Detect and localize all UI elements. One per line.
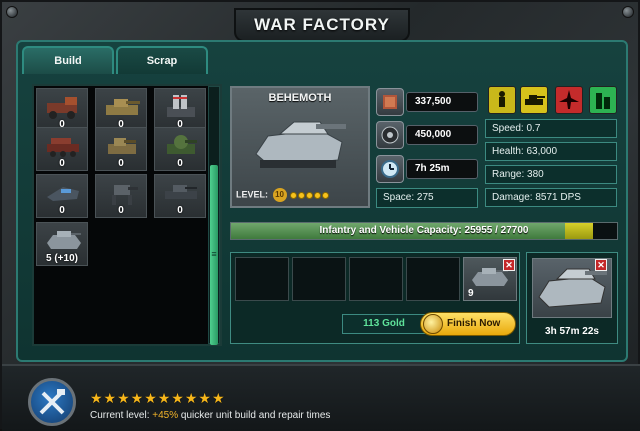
unit-grid: 0 0 0 0 0 0 0 0 0 5 (+10) <box>32 84 222 346</box>
behemoth-tank-image <box>255 121 346 168</box>
walker-icon <box>112 185 138 205</box>
green-tank-icon <box>167 135 197 154</box>
stat-health: Health: 63,000 <box>485 142 617 161</box>
unit-cell-artillery-truck[interactable]: 0 <box>36 88 88 132</box>
unit-count: 0 <box>118 205 124 216</box>
queue-slot-empty[interactable] <box>406 257 460 301</box>
bonus-percent: +45% <box>152 410 179 421</box>
tab-scrap[interactable]: Scrap <box>116 46 208 74</box>
tab-build[interactable]: Build <box>22 46 114 74</box>
oil-icon <box>376 121 404 149</box>
metal-icon <box>376 88 404 116</box>
capacity-label: Infantry and Vehicle Capacity: 25955 / 2… <box>319 225 529 236</box>
building-filter-button[interactable] <box>589 86 617 114</box>
plane-icon <box>559 90 579 109</box>
rivet <box>6 6 18 18</box>
tank-icon <box>525 95 545 105</box>
queue-slot-empty[interactable] <box>292 257 346 301</box>
unit-level: LEVEL: 10 <box>236 188 330 202</box>
oil-cost: 450,000 <box>406 125 478 145</box>
unit-cell-green-tank[interactable]: 0 <box>154 127 206 171</box>
unit-count: 0 <box>177 205 183 216</box>
unit-count: 0 <box>118 158 124 169</box>
unit-cell-desert-tank[interactable]: 0 <box>95 88 147 132</box>
hover-tank-icon <box>165 185 197 199</box>
soldier-icon <box>499 91 505 107</box>
level-stars: ★★★★★★★★★★ <box>90 390 226 406</box>
unit-cell-gunship[interactable]: 0 <box>36 174 88 218</box>
unit-cell-light-tank[interactable]: 0 <box>95 127 147 171</box>
level-dot <box>290 191 298 199</box>
window-title: WAR FACTORY <box>254 15 390 34</box>
finish-gold-cost: 113 Gold <box>342 314 426 334</box>
war-factory-window: WAR FACTORY Build Scrap 0 0 0 0 0 0 0 0 … <box>0 0 640 431</box>
finish-now-label: Finish Now <box>447 318 501 329</box>
grip-icon: ≡ <box>211 249 217 259</box>
capacity-bar: Infantry and Vehicle Capacity: 25955 / 2… <box>230 222 618 240</box>
queue-count: 9 <box>468 288 474 299</box>
rocket-truck-icon <box>47 138 79 157</box>
unit-count: 0 <box>177 158 183 169</box>
unit-cell-behemoth[interactable]: 5 (+10) <box>36 222 88 266</box>
light-tank-icon <box>108 138 136 154</box>
build-time: 7h 25m <box>406 159 478 179</box>
unit-cell-rocket-truck[interactable]: 0 <box>36 127 88 171</box>
unit-space: Space: 275 <box>376 188 478 208</box>
production-timer: 3h 57m 22s <box>545 326 599 337</box>
clock-icon <box>376 155 404 183</box>
queue-slot-empty[interactable] <box>235 257 289 301</box>
unit-count: 0 <box>59 158 65 169</box>
air-filter-button[interactable] <box>555 86 583 114</box>
finish-now-button[interactable]: Finish Now <box>420 312 516 336</box>
infantry-filter-button[interactable] <box>488 86 516 114</box>
wrench-hammer-icon <box>28 378 76 426</box>
gunship-icon <box>47 187 79 201</box>
unit-list-scrollbar[interactable]: ≡ <box>208 86 220 345</box>
metal-cost: 337,500 <box>406 92 478 112</box>
current-level-label: Current level: <box>90 410 150 421</box>
in-production-slot: ✕ 3h 57m 22s <box>526 252 618 344</box>
level-badge: 10 <box>272 188 287 202</box>
missile-launcher-icon <box>167 95 195 117</box>
level-dot <box>322 191 330 199</box>
stat-damage: Damage: 8571 DPS <box>485 188 617 207</box>
unit-cell-walker[interactable]: 0 <box>95 174 147 218</box>
behemoth-icon <box>47 231 81 249</box>
stat-range: Range: 380 <box>485 165 617 184</box>
unit-cell-missile-launcher[interactable]: 0 <box>154 88 206 132</box>
queue-slot-empty[interactable] <box>349 257 403 301</box>
building-icon <box>596 93 610 109</box>
unit-preview: BEHEMOTH LEVEL: 10 <box>230 86 370 208</box>
cancel-production-button[interactable]: ✕ <box>595 259 607 271</box>
rivet <box>622 6 634 18</box>
level-dot <box>314 191 322 199</box>
title-bar: WAR FACTORY <box>234 8 410 42</box>
unit-count: 5 (+10) <box>46 253 78 264</box>
desert-tank-icon <box>106 99 140 115</box>
artillery-truck-icon <box>47 97 77 119</box>
unit-name: BEHEMOTH <box>268 92 332 104</box>
level-label: LEVEL: <box>236 189 269 200</box>
unit-count: 0 <box>59 205 65 216</box>
gold-coin-icon <box>423 314 443 334</box>
stat-speed: Speed: 0.7 <box>485 119 617 138</box>
factory-level-footer: ★★★★★★★★★★ Current level: +45% quicker u… <box>2 364 640 431</box>
vehicle-filter-button[interactable] <box>520 86 548 114</box>
unit-cell-hover-tank[interactable]: 0 <box>154 174 206 218</box>
bonus-description: quicker unit build and repair times <box>180 410 331 421</box>
level-dot <box>306 191 314 199</box>
level-dot <box>298 191 306 199</box>
remove-queue-item-button[interactable]: ✕ <box>503 259 515 271</box>
level-description: Current level: +45% quicker unit build a… <box>90 410 330 421</box>
